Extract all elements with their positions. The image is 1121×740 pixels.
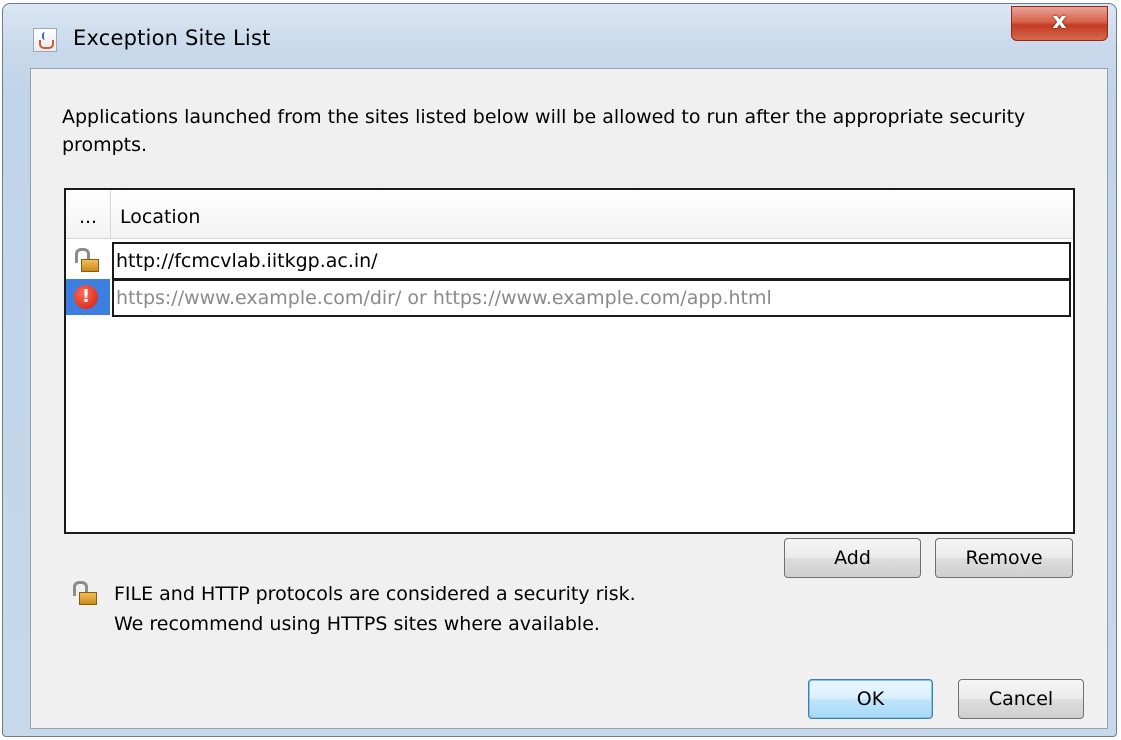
- error-icon: !: [74, 285, 98, 309]
- exception-site-list-dialog: Exception Site List x Applications launc…: [2, 3, 1117, 737]
- location-cell[interactable]: http://fcmcvlab.iitkgp.ac.in/: [112, 242, 1071, 280]
- add-button[interactable]: Add: [784, 538, 921, 578]
- unlocked-padlock-icon: [71, 581, 97, 605]
- security-warning: FILE and HTTP protocols are considered a…: [114, 579, 636, 639]
- java-icon: [33, 28, 57, 52]
- dialog-title: Exception Site List: [73, 26, 271, 50]
- table-row-new-entry[interactable]: ! https://www.example.com/dir/ or https:…: [66, 279, 1073, 317]
- title-bar[interactable]: Exception Site List x: [3, 4, 1116, 68]
- location-input[interactable]: https://www.example.com/dir/ or https://…: [112, 279, 1071, 317]
- remove-button[interactable]: Remove: [935, 538, 1073, 578]
- column-header-location[interactable]: Location: [120, 190, 200, 238]
- column-header-more[interactable]: ...: [66, 190, 111, 238]
- warning-line-2: We recommend using HTTPS sites where ava…: [114, 613, 600, 635]
- description-text: Applications launched from the sites lis…: [62, 106, 1026, 156]
- warning-line-1: FILE and HTTP protocols are considered a…: [114, 583, 636, 605]
- table-row[interactable]: http://fcmcvlab.iitkgp.ac.in/: [66, 242, 1073, 280]
- row-icon-cell: [66, 242, 110, 278]
- dialog-content: Applications launched from the sites lis…: [30, 68, 1108, 729]
- table-header: ... Location: [66, 190, 1073, 239]
- ok-button[interactable]: OK: [808, 679, 933, 719]
- close-icon: x: [1052, 9, 1067, 34]
- close-button[interactable]: x: [1011, 6, 1108, 41]
- site-list-table: ... Location http://fcmcvlab.iitkgp.ac.i…: [64, 188, 1075, 534]
- unlocked-padlock-icon: [73, 248, 99, 272]
- cancel-button[interactable]: Cancel: [958, 679, 1084, 719]
- row-icon-cell: !: [66, 279, 110, 315]
